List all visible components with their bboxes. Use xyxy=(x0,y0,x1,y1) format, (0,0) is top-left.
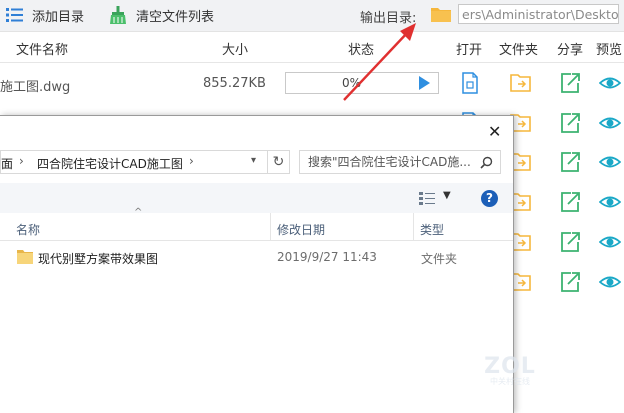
chevron-down-icon[interactable]: ▼ xyxy=(443,190,451,201)
folder-icon[interactable] xyxy=(431,5,451,23)
share-icon[interactable] xyxy=(559,231,581,253)
watermark: ZOL 中关村在线 xyxy=(478,354,542,387)
output-path-input[interactable]: ers\Administrator\Desktop xyxy=(458,4,619,24)
share-icon[interactable] xyxy=(559,72,581,94)
folder-dialog: ✕ 面 › 四合院住宅设计CAD施工图 › ▾ ↻ 搜索"四合院住宅设计CAD施… xyxy=(0,115,514,413)
sort-arrow-icon: ^ xyxy=(134,207,143,218)
column-preview: 预览 xyxy=(596,43,623,58)
chevron-right-icon: › xyxy=(19,154,24,168)
column-size: 大小 xyxy=(222,43,249,58)
eye-icon[interactable] xyxy=(599,112,621,134)
eye-icon[interactable] xyxy=(599,151,621,173)
eye-icon[interactable] xyxy=(599,191,621,213)
folder-icon xyxy=(17,250,33,264)
search-icon[interactable] xyxy=(480,156,493,169)
list-item[interactable]: 现代别墅方案带效果图 2019/9/27 11:43 文件夹 xyxy=(0,244,513,270)
share-icon[interactable] xyxy=(559,151,581,173)
item-type: 文件夹 xyxy=(421,252,458,266)
share-icon[interactable] xyxy=(559,191,581,213)
column-file-name: 文件名称 xyxy=(16,43,69,58)
eye-icon[interactable] xyxy=(599,271,621,293)
column-type[interactable]: 类型 xyxy=(420,221,444,238)
item-modified: 2019/9/27 11:43 xyxy=(277,250,377,264)
column-header-row: ^ 名称 修改日期 类型 xyxy=(0,207,513,241)
eye-icon[interactable] xyxy=(599,231,621,253)
refresh-icon[interactable]: ↻ xyxy=(268,150,290,174)
item-name: 现代别墅方案带效果图 xyxy=(38,252,159,266)
command-bar: ▼ ? xyxy=(0,183,513,213)
file-name: 施工图.dwg xyxy=(0,80,71,95)
breadcrumb-item[interactable]: 面 xyxy=(1,155,13,172)
address-bar[interactable]: 面 › 四合院住宅设计CAD施工图 › ▾ xyxy=(0,150,268,174)
column-divider[interactable] xyxy=(270,213,271,240)
column-share: 分享 xyxy=(557,43,584,58)
view-toggle-icon[interactable] xyxy=(419,192,435,205)
column-modified[interactable]: 修改日期 xyxy=(277,221,325,238)
list-icon xyxy=(6,8,23,22)
clear-file-list-button[interactable]: 清空文件列表 xyxy=(110,6,215,25)
column-name[interactable]: 名称 xyxy=(16,221,40,238)
header-divider xyxy=(0,62,624,63)
folder-open-icon[interactable] xyxy=(510,72,532,94)
toolbar: 添加目录 清空文件列表 输出目录: ers\Administrator\Desk… xyxy=(0,0,624,32)
annotation-arrow-icon xyxy=(343,23,416,101)
share-icon[interactable] xyxy=(559,112,581,134)
chevron-right-icon: › xyxy=(189,154,194,168)
add-directory-label: 添加目录 xyxy=(32,9,85,25)
file-open-icon[interactable] xyxy=(459,72,481,94)
column-open: 打开 xyxy=(456,43,483,58)
search-placeholder: 搜索"四合院住宅设计CAD施... xyxy=(308,155,471,169)
column-divider[interactable] xyxy=(413,213,414,240)
add-directory-button[interactable]: 添加目录 xyxy=(6,6,85,25)
column-folder: 文件夹 xyxy=(499,43,539,58)
chevron-down-icon[interactable]: ▾ xyxy=(251,155,256,166)
clear-file-list-label: 清空文件列表 xyxy=(136,9,215,25)
broom-icon xyxy=(110,6,126,24)
search-input[interactable]: 搜索"四合院住宅设计CAD施... xyxy=(299,150,501,174)
close-icon[interactable]: ✕ xyxy=(488,124,504,140)
share-icon[interactable] xyxy=(559,271,581,293)
help-icon[interactable]: ? xyxy=(481,190,498,207)
eye-icon[interactable] xyxy=(599,72,621,94)
breadcrumb-item[interactable]: 四合院住宅设计CAD施工图 xyxy=(37,155,183,172)
file-size: 855.27KB xyxy=(203,76,266,91)
